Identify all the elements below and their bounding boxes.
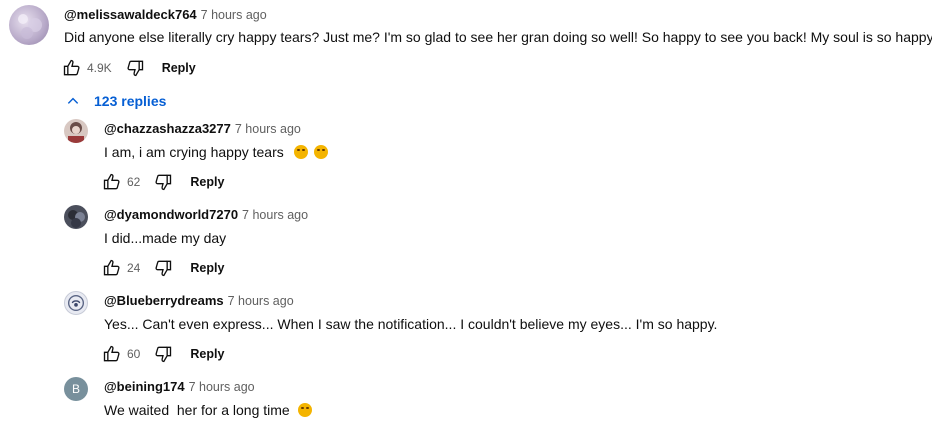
comment-time[interactable]: 7 hours ago	[242, 208, 308, 222]
like-button[interactable]	[101, 343, 123, 365]
avatar[interactable]: B	[64, 377, 88, 401]
comment-author[interactable]: @Blueberrydreams 7 hours ago	[104, 293, 294, 308]
reply-button[interactable]: Reply	[190, 261, 224, 275]
reply-button[interactable]: Reply	[190, 175, 224, 189]
author-name[interactable]: @beining174	[104, 379, 185, 394]
replies-toggle-button[interactable]: 123 replies	[66, 91, 166, 111]
like-count: 4.9K	[87, 61, 112, 75]
thumbs-up-icon	[103, 259, 120, 276]
author-name[interactable]: @chazzashazza3277	[104, 121, 231, 136]
avatar[interactable]	[9, 5, 49, 45]
thumbs-down-icon	[155, 260, 172, 277]
comment-time[interactable]: 7 hours ago	[189, 380, 255, 394]
comment-author[interactable]: @beining174 7 hours ago	[104, 379, 255, 394]
comment-text-body: We waited her for a long time	[104, 402, 290, 418]
thumbs-down-icon	[155, 346, 172, 363]
avatar[interactable]	[64, 291, 88, 315]
comment-time[interactable]: 7 hours ago	[235, 122, 301, 136]
comment-text-body: I am, i am crying happy tears	[104, 144, 284, 160]
like-count: 60	[127, 347, 141, 361]
avatar-icon	[68, 122, 84, 143]
comment-author[interactable]: @melissawaldeck764 7 hours ago	[64, 7, 267, 22]
avatar-icon	[68, 210, 85, 228]
avatar[interactable]	[64, 205, 88, 229]
thumbs-up-icon	[63, 59, 80, 76]
dislike-button[interactable]	[152, 343, 174, 365]
author-name[interactable]: @melissawaldeck764	[64, 7, 197, 22]
thumbs-down-icon	[155, 174, 172, 191]
crying-face-emoji	[293, 145, 308, 159]
like-button[interactable]	[101, 171, 123, 193]
replies-count: 123 replies	[94, 93, 167, 109]
comment-actions: 24 Reply	[101, 256, 224, 280]
comment-actions: 60 Reply	[101, 342, 224, 366]
like-count: 24	[127, 261, 141, 275]
avatar-icon	[67, 294, 85, 312]
like-count: 62	[127, 175, 141, 189]
thumbs-up-icon	[103, 173, 120, 190]
comment-text: Yes... Can't even express... When I saw …	[104, 316, 718, 332]
comment-author[interactable]: @dyamondworld7270 7 hours ago	[104, 207, 308, 222]
crying-face-emoji	[313, 145, 328, 159]
dislike-button[interactable]	[124, 57, 146, 79]
comment-actions: 62 Reply	[101, 170, 224, 194]
dislike-button[interactable]	[152, 257, 174, 279]
comment-author[interactable]: @chazzashazza3277 7 hours ago	[104, 121, 301, 136]
avatar[interactable]	[64, 119, 88, 143]
comment-text: I am, i am crying happy tears	[104, 144, 328, 160]
comment-text: We waited her for a long time	[104, 402, 312, 418]
comment-text: Did anyone else literally cry happy tear…	[64, 29, 932, 45]
avatar-icon	[18, 14, 42, 39]
dislike-button[interactable]	[152, 171, 174, 193]
comment-time[interactable]: 7 hours ago	[228, 294, 294, 308]
author-name[interactable]: @Blueberrydreams	[104, 293, 224, 308]
sad-face-emoji	[297, 403, 312, 417]
like-button[interactable]	[101, 257, 123, 279]
reply-button[interactable]: Reply	[162, 61, 196, 75]
comment-actions: 4.9K Reply	[61, 56, 196, 80]
like-button[interactable]	[61, 57, 83, 79]
chevron-up-icon	[67, 97, 79, 104]
comment-text: I did...made my day	[104, 230, 227, 246]
thumbs-up-icon	[103, 345, 120, 362]
thumbs-down-icon	[127, 60, 143, 77]
author-name[interactable]: @dyamondworld7270	[104, 207, 238, 222]
avatar-letter: B	[71, 382, 80, 396]
comment-time[interactable]: 7 hours ago	[201, 8, 267, 22]
reply-button[interactable]: Reply	[190, 347, 224, 361]
